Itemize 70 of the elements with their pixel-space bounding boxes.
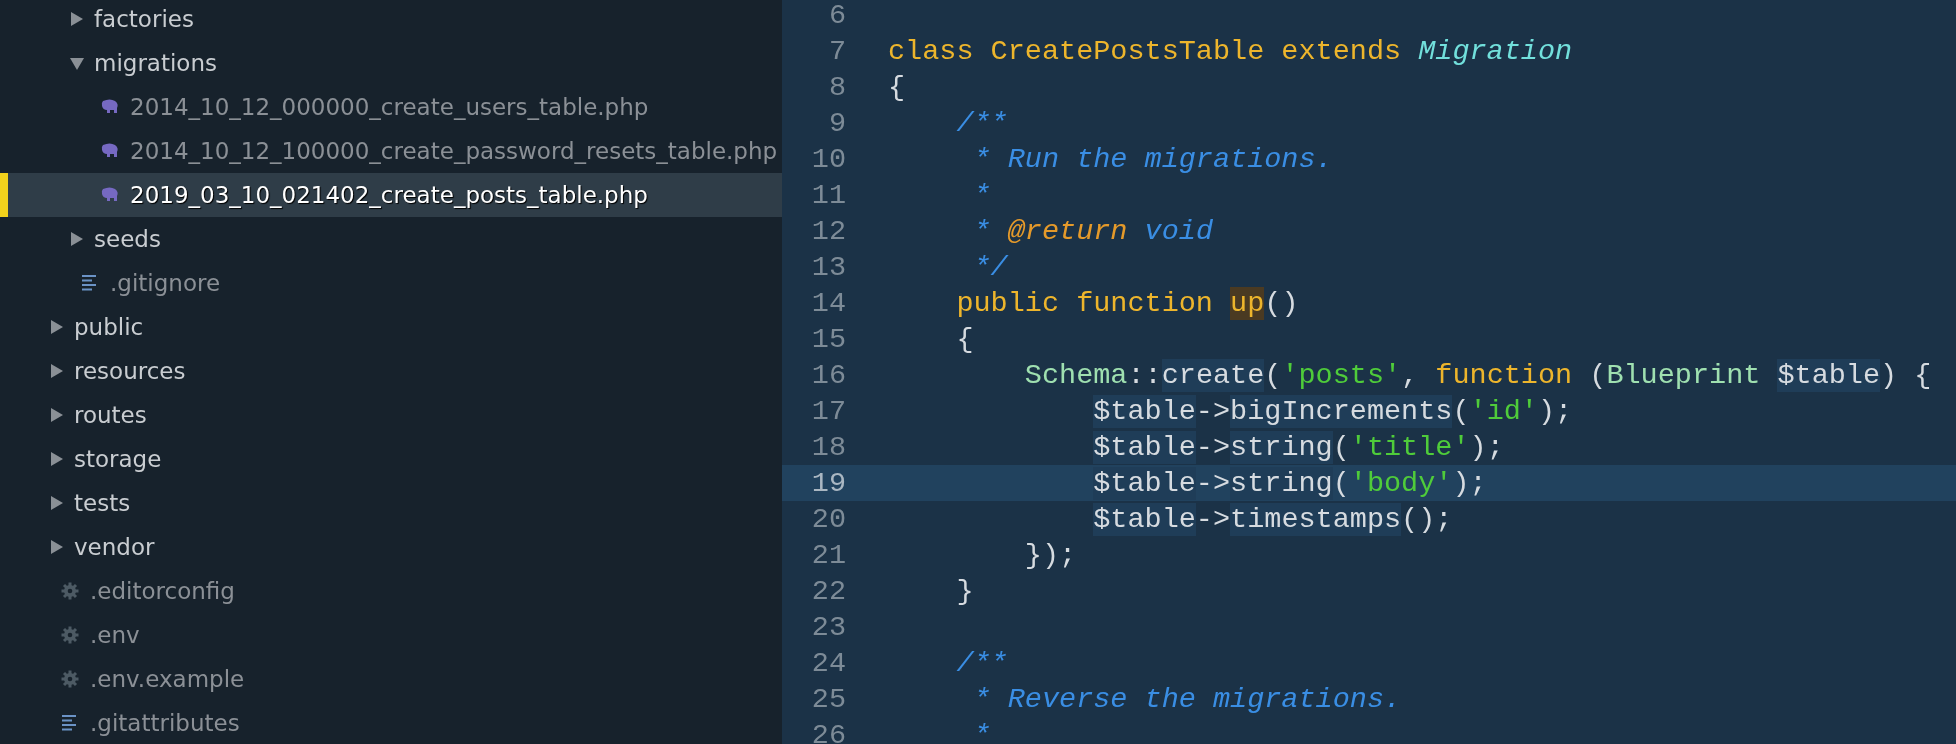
code-line: /** xyxy=(955,106,1008,140)
line-number: 9 xyxy=(827,106,846,140)
line-number: 25 xyxy=(810,682,846,716)
folder-item[interactable]: migrations xyxy=(0,41,782,85)
code-line: * xyxy=(972,718,991,744)
file-item[interactable]: .gitattributes xyxy=(0,701,782,744)
line-number: 26 xyxy=(810,718,846,744)
file-item[interactable]: .env.example xyxy=(0,657,782,701)
collapse-arrow-icon[interactable] xyxy=(70,55,84,71)
folder-item[interactable]: vendor xyxy=(0,525,782,569)
line-number: 19 xyxy=(810,466,846,500)
folder-item[interactable]: routes xyxy=(0,393,782,437)
expand-arrow-icon[interactable] xyxy=(50,319,64,335)
elephant-icon xyxy=(100,98,120,116)
expand-arrow-icon[interactable] xyxy=(50,363,64,379)
expand-arrow-icon[interactable] xyxy=(70,231,84,247)
code-line: $table->string('title'); xyxy=(1092,430,1504,464)
file-item[interactable]: .env xyxy=(0,613,782,657)
line-number: 17 xyxy=(810,394,846,428)
folder-item[interactable]: public xyxy=(0,305,782,349)
file-item[interactable]: .gitignore xyxy=(0,261,782,305)
line-number: 20 xyxy=(810,502,846,536)
expand-arrow-icon[interactable] xyxy=(50,495,64,511)
line-number: 10 xyxy=(810,142,846,176)
code-line: */ xyxy=(972,250,1008,284)
line-number: 18 xyxy=(810,430,846,464)
line-number: 22 xyxy=(810,574,846,608)
line-number: 23 xyxy=(810,610,846,644)
code-line: public function up() xyxy=(955,286,1299,320)
code-line: $table->timestamps(); xyxy=(1092,502,1453,536)
code-line: * Reverse the migrations. xyxy=(972,682,1402,716)
expand-arrow-icon[interactable] xyxy=(50,451,64,467)
folder-item[interactable]: resources xyxy=(0,349,782,393)
code-line: class CreatePostsTable extends Migration xyxy=(888,34,1573,68)
line-number: 8 xyxy=(827,70,846,104)
selection-marker xyxy=(0,173,8,217)
line-number: 24 xyxy=(810,646,846,680)
expand-arrow-icon[interactable] xyxy=(50,539,64,555)
code-line: { xyxy=(888,70,906,104)
elephant-icon xyxy=(100,142,120,160)
folder-item[interactable]: seeds xyxy=(0,217,782,261)
elephant-icon xyxy=(100,186,120,204)
line-number: 6 xyxy=(827,0,846,32)
line-number: 12 xyxy=(810,214,846,248)
code-line: } xyxy=(955,574,974,608)
expand-arrow-icon[interactable] xyxy=(50,407,64,423)
code-line: $table->bigIncrements('id'); xyxy=(1092,394,1573,428)
code-line: * xyxy=(972,178,991,212)
code-line: * Run the migrations. xyxy=(972,142,1333,176)
file-item[interactable]: 2014_10_12_100000_create_password_resets_table.php xyxy=(0,129,782,173)
code-line: Schema::create('posts', function (Blueprint $table) { xyxy=(1023,358,1932,392)
line-number: 7 xyxy=(827,34,846,68)
line-number: 11 xyxy=(810,178,846,212)
expand-arrow-icon[interactable] xyxy=(70,11,84,27)
folder-item[interactable]: storage xyxy=(0,437,782,481)
folder-item[interactable]: tests xyxy=(0,481,782,525)
line-number: 15 xyxy=(810,322,846,356)
line-number: 13 xyxy=(810,250,846,284)
code-line: { xyxy=(955,322,974,356)
code-line: /** xyxy=(955,646,1008,680)
folder-item[interactable]: factories xyxy=(0,0,782,41)
line-number: 21 xyxy=(810,538,846,572)
code-line: * @return void xyxy=(972,214,1213,248)
line-number: 14 xyxy=(810,286,846,320)
line-number: 16 xyxy=(810,358,846,392)
file-item[interactable]: 2014_10_12_000000_create_users_table.php xyxy=(0,85,782,129)
code-line: }); xyxy=(1023,538,1077,572)
file-item[interactable]: 2019_03_10_021402_create_posts_table.php xyxy=(0,173,782,217)
code-line: $table->string('body'); xyxy=(1092,466,1487,500)
file-item[interactable]: .editorconfig xyxy=(0,569,782,613)
